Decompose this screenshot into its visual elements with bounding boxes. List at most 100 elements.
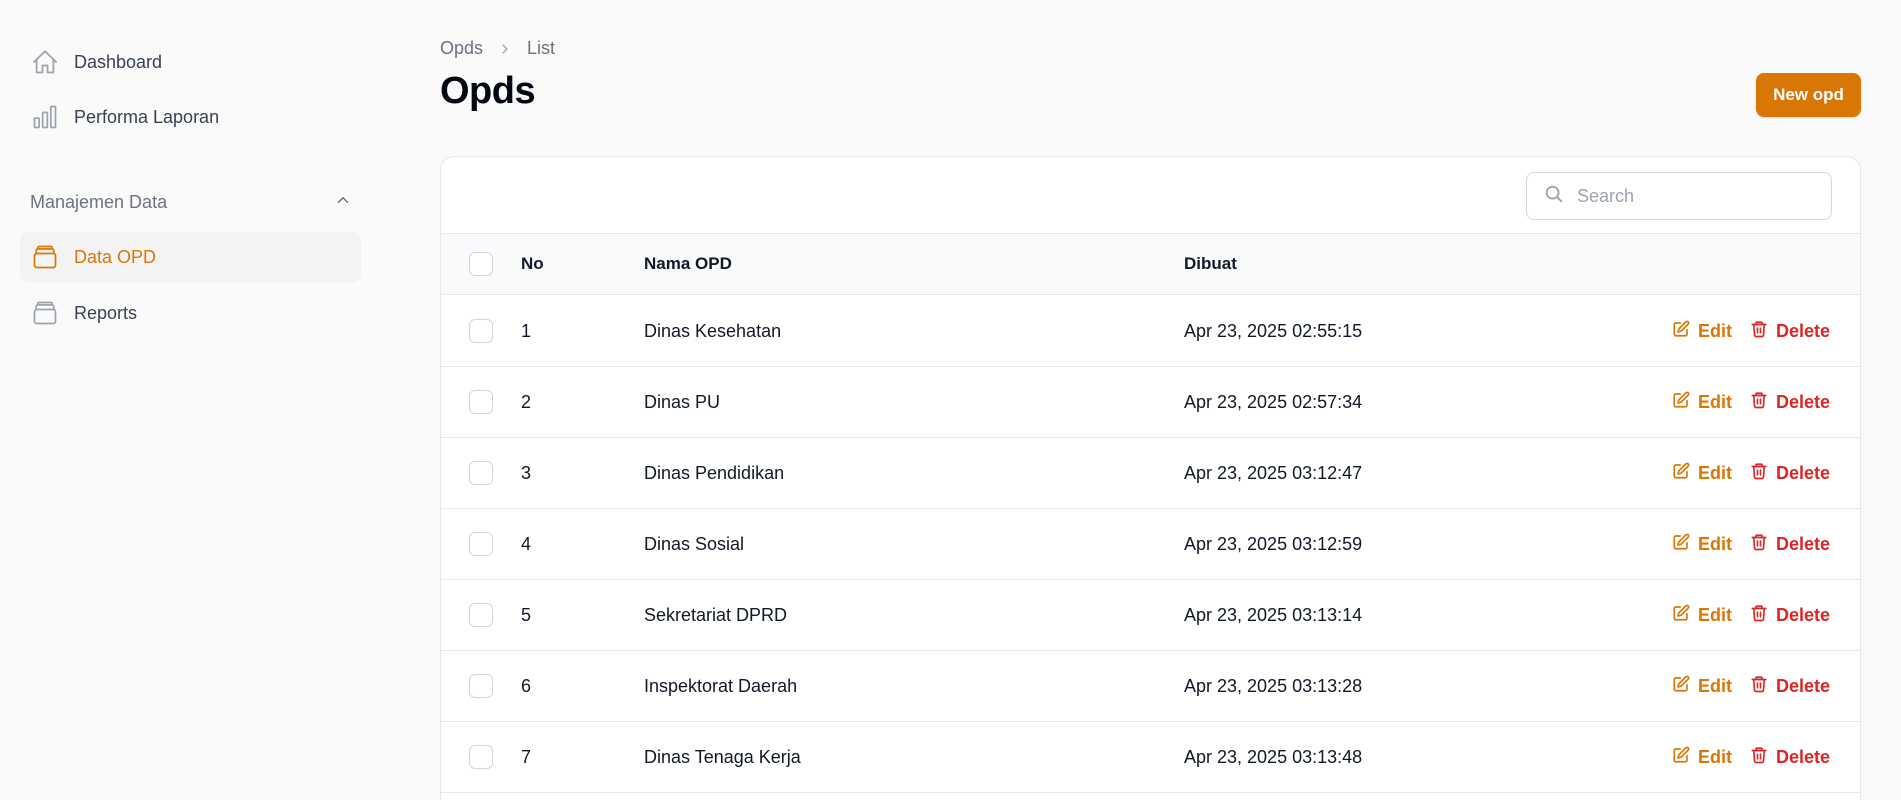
- trash-icon: [1750, 462, 1768, 485]
- cell-dibuat: Apr 23, 2025 03:13:48: [1184, 746, 1363, 767]
- delete-button[interactable]: Delete: [1750, 533, 1830, 556]
- row-actions: Edit Delete: [1672, 296, 1830, 366]
- row-checkbox[interactable]: [469, 745, 493, 769]
- table-header: No Nama OPD Dibuat: [441, 233, 1860, 295]
- edit-label: Edit: [1697, 462, 1732, 483]
- cell-nama-opd: Dinas Pendidikan: [644, 462, 785, 483]
- column-header-no[interactable]: No: [521, 234, 544, 294]
- sidebar-item-reports[interactable]: Reports: [20, 288, 361, 338]
- breadcrumb-current: List: [527, 38, 556, 58]
- row-checkbox[interactable]: [469, 603, 493, 627]
- cell-no: 4: [521, 533, 532, 554]
- edit-button[interactable]: Edit: [1672, 604, 1732, 627]
- select-all-checkbox[interactable]: [469, 252, 493, 276]
- breadcrumb: Opds List: [440, 38, 555, 59]
- cell-no: 6: [521, 675, 532, 696]
- delete-label: Delete: [1775, 746, 1830, 767]
- table-row: 1 Dinas Kesehatan Apr 23, 2025 02:55:15 …: [441, 296, 1860, 367]
- cell-nama-opd: Sekretariat DPRD: [644, 604, 788, 625]
- edit-button[interactable]: Edit: [1672, 746, 1732, 769]
- cell-dibuat: Apr 23, 2025 02:55:15: [1184, 320, 1363, 341]
- row-actions: Edit Delete: [1672, 438, 1830, 508]
- table-row: 6 Inspektorat Daerah Apr 23, 2025 03:13:…: [441, 651, 1860, 722]
- archive-box-icon: [30, 298, 60, 328]
- cell-nama-opd: Dinas Sosial: [644, 533, 745, 554]
- home-icon: [30, 47, 60, 77]
- cell-nama-opd: Dinas Tenaga Kerja: [644, 746, 801, 767]
- new-opd-button[interactable]: New opd: [1756, 73, 1861, 117]
- row-checkbox[interactable]: [469, 319, 493, 343]
- sidebar-item-label: Data OPD: [74, 246, 157, 267]
- pencil-square-icon: [1672, 746, 1690, 769]
- cell-dibuat: Apr 23, 2025 03:13:14: [1184, 604, 1363, 625]
- cell-no: 5: [521, 604, 532, 625]
- delete-label: Delete: [1775, 533, 1830, 554]
- trash-icon: [1750, 675, 1768, 698]
- cell-no: 3: [521, 462, 532, 483]
- sidebar-group-label: Manajemen Data: [30, 191, 168, 212]
- edit-label: Edit: [1697, 533, 1732, 554]
- cell-dibuat: Apr 23, 2025 03:12:47: [1184, 462, 1363, 483]
- edit-button[interactable]: Edit: [1672, 391, 1732, 414]
- edit-label: Edit: [1697, 320, 1732, 341]
- row-actions: Edit Delete: [1672, 509, 1830, 579]
- delete-button[interactable]: Delete: [1750, 320, 1830, 343]
- row-checkbox[interactable]: [469, 532, 493, 556]
- search-icon: [1543, 183, 1565, 210]
- cell-no: 7: [521, 746, 532, 767]
- edit-button[interactable]: Edit: [1672, 533, 1732, 556]
- sidebar-item-performa-laporan[interactable]: Performa Laporan: [20, 92, 361, 142]
- delete-button[interactable]: Delete: [1750, 462, 1830, 485]
- delete-label: Delete: [1775, 604, 1830, 625]
- row-actions: Edit Delete: [1672, 367, 1830, 437]
- breadcrumb-parent-link[interactable]: Opds: [440, 38, 483, 59]
- edit-button[interactable]: Edit: [1672, 675, 1732, 698]
- cell-nama-opd: Inspektorat Daerah: [644, 675, 798, 696]
- trash-icon: [1750, 746, 1768, 769]
- edit-button[interactable]: Edit: [1672, 320, 1732, 343]
- column-header-nama-opd[interactable]: Nama OPD: [644, 234, 732, 294]
- sidebar-item-data-opd[interactable]: Data OPD: [20, 232, 361, 282]
- delete-label: Delete: [1775, 320, 1830, 341]
- delete-button[interactable]: Delete: [1750, 391, 1830, 414]
- delete-button[interactable]: Delete: [1750, 675, 1830, 698]
- row-checkbox[interactable]: [469, 390, 493, 414]
- delete-label: Delete: [1775, 462, 1830, 483]
- edit-button[interactable]: Edit: [1672, 462, 1732, 485]
- pencil-square-icon: [1672, 462, 1690, 485]
- cell-dibuat: Apr 23, 2025 03:12:59: [1184, 533, 1363, 554]
- sidebar: Dashboard Performa Laporan Manajemen Dat…: [0, 0, 380, 800]
- pencil-square-icon: [1672, 604, 1690, 627]
- sidebar-group-manajemen-data[interactable]: Manajemen Data: [30, 188, 352, 216]
- cell-nama-opd: Dinas Kesehatan: [644, 320, 782, 341]
- page-title: Opds: [440, 70, 536, 112]
- search-input[interactable]: [1577, 185, 1817, 207]
- delete-button[interactable]: Delete: [1750, 604, 1830, 627]
- sidebar-item-label: Dashboard: [74, 51, 163, 72]
- pencil-square-icon: [1672, 533, 1690, 556]
- trash-icon: [1750, 391, 1768, 414]
- search-box[interactable]: [1526, 172, 1832, 220]
- sidebar-item-dashboard[interactable]: Dashboard: [20, 37, 361, 87]
- row-checkbox[interactable]: [469, 674, 493, 698]
- column-header-dibuat[interactable]: Dibuat: [1184, 234, 1237, 294]
- row-checkbox[interactable]: [469, 461, 493, 485]
- table-row: 7 Dinas Tenaga Kerja Apr 23, 2025 03:13:…: [441, 722, 1860, 793]
- table-card: No Nama OPD Dibuat 1 Dinas Kesehatan Apr…: [440, 156, 1861, 800]
- cell-no: 2: [521, 391, 532, 412]
- chevron-up-icon[interactable]: [334, 191, 352, 214]
- archive-box-icon: [30, 242, 60, 272]
- delete-label: Delete: [1775, 391, 1830, 412]
- delete-label: Delete: [1775, 675, 1830, 696]
- bar-chart-icon: [30, 102, 60, 132]
- delete-button[interactable]: Delete: [1750, 746, 1830, 769]
- table-row: 4 Dinas Sosial Apr 23, 2025 03:12:59 Edi…: [441, 509, 1860, 580]
- sidebar-item-label: Reports: [74, 302, 138, 323]
- row-actions: Edit Delete: [1672, 722, 1830, 792]
- table-row: 3 Dinas Pendidikan Apr 23, 2025 03:12:47…: [441, 438, 1860, 509]
- chevron-right-icon: [497, 41, 513, 57]
- trash-icon: [1750, 533, 1768, 556]
- cell-dibuat: Apr 23, 2025 03:13:28: [1184, 675, 1363, 696]
- pencil-square-icon: [1672, 320, 1690, 343]
- edit-label: Edit: [1697, 391, 1732, 412]
